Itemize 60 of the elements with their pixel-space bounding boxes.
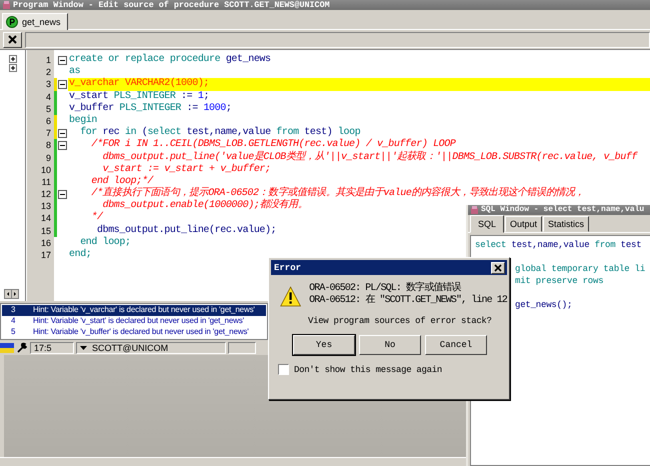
sql-line: global temporary table li xyxy=(515,263,646,275)
window-title: SQL Window - select test,name,valu xyxy=(481,205,644,215)
close-button[interactable] xyxy=(3,32,22,48)
caret-icon xyxy=(80,346,87,350)
sql-line: get_news(); xyxy=(515,299,572,311)
line-number: 17 xyxy=(40,249,52,262)
hint-row[interactable]: 5 Hint: Variable 'v_buffer' is declared but never used in 'get_news' xyxy=(2,326,266,338)
sql-line: mit preserve rows xyxy=(515,275,604,287)
flag-icon xyxy=(0,342,14,354)
procedure-icon xyxy=(6,16,18,28)
connection-selector[interactable]: SCOTT@UNICOM xyxy=(76,342,226,354)
dialog-question: View program sources of error stack? xyxy=(308,316,493,326)
dialog-button[interactable]: Cancel xyxy=(425,335,487,355)
collapse-icon[interactable] xyxy=(58,56,67,65)
line-number: 2 xyxy=(44,66,52,78)
window-title: Program Window - Edit source of procedure SCOTT.GET_NEWS@UNICOM xyxy=(13,0,330,10)
checkbox[interactable] xyxy=(278,364,289,375)
hint-row[interactable]: 3 Hint: Variable 'v_varchar' is declared but never used in 'get_news' xyxy=(2,305,266,316)
line-number: 7 xyxy=(44,127,52,140)
line-number: 12 xyxy=(40,188,52,200)
dialog-button[interactable]: Yes xyxy=(293,335,355,355)
close-icon xyxy=(494,264,502,272)
line-number: 13 xyxy=(40,200,52,212)
error-message: ORA-06502: PL/SQL: 数字或值错误 xyxy=(309,283,462,294)
dialog-title: Error xyxy=(274,262,302,272)
window-tab[interactable]: Output xyxy=(505,216,542,232)
window-icon xyxy=(470,206,479,214)
line-number: 3 xyxy=(44,78,52,91)
line-number: 9 xyxy=(44,152,52,164)
sql-line: select test,name,value from test xyxy=(475,239,642,251)
line-number: 8 xyxy=(44,139,52,152)
collapse-icon[interactable] xyxy=(58,128,67,138)
line-number: 15 xyxy=(40,224,52,237)
error-message: ORA-06512: 在 "SCOTT.GET_NEWS", line 12 xyxy=(309,295,507,307)
line-number: 4 xyxy=(44,90,52,103)
collapse-icon[interactable] xyxy=(58,80,67,89)
line-number: 10 xyxy=(40,164,52,176)
dialog-button[interactable]: No xyxy=(359,335,421,355)
window-tab[interactable]: SQL xyxy=(470,215,504,233)
expand-icon[interactable] xyxy=(9,64,17,72)
status-field xyxy=(228,342,256,354)
scroll-arrows-icon[interactable] xyxy=(4,289,19,299)
close-button[interactable] xyxy=(491,262,505,274)
window-tab[interactable]: Statistics xyxy=(543,216,590,232)
cursor-position: 17:5 xyxy=(30,342,74,354)
line-number: 16 xyxy=(40,236,52,249)
line-number: 1 xyxy=(44,54,52,66)
line-number: 14 xyxy=(40,212,52,225)
checkbox-label: Don't show this message again xyxy=(294,364,442,374)
line-number: 5 xyxy=(44,102,52,115)
wrench-icon xyxy=(16,342,28,354)
hint-row[interactable]: 4 Hint: Variable 'v_start' is declared but never used in 'get_news' xyxy=(2,316,266,327)
line-number: 6 xyxy=(44,114,52,128)
collapse-icon[interactable] xyxy=(58,140,67,150)
close-icon xyxy=(8,35,17,44)
line-number: 11 xyxy=(40,176,52,188)
window-icon xyxy=(2,0,11,10)
expand-icon[interactable] xyxy=(9,55,17,63)
collapse-icon[interactable] xyxy=(58,190,67,199)
editor-tab[interactable]: get_news xyxy=(2,13,68,30)
